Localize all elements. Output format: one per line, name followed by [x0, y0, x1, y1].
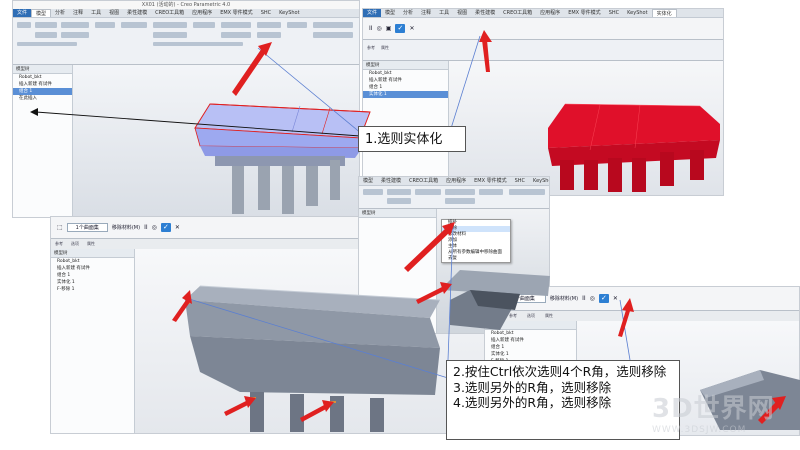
callout-step-4-text: 4.选则另外的R角，选则移除	[453, 395, 612, 410]
callout-step-1-text: 1.选则实体化	[365, 132, 443, 147]
callout-step-2-text: 2.按住Ctrl依次选则4个R角，选则移除	[453, 364, 667, 379]
callout-steps-2-4: 2.按住Ctrl依次选则4个R角，选则移除 3.选则另外的R角，选则移除 4.选…	[446, 360, 680, 440]
callout-step-3-text: 3.选则另外的R角，选则移除	[453, 379, 612, 395]
watermark-logo: 3D世界网	[652, 394, 775, 424]
callout-step-1: 1.选则实体化	[358, 126, 466, 152]
gray-part-model	[185, 285, 441, 432]
highlighted-part-model	[194, 103, 371, 214]
watermark: 3D世界网 WWW.3DSJW.COM	[652, 388, 792, 438]
watermark-url: WWW.3DSJW.COM	[652, 425, 747, 435]
tree-pointer-arrowhead	[30, 108, 38, 116]
solidified-red-model	[548, 103, 720, 192]
annotation-overlay	[30, 30, 800, 432]
pocket-part-model	[440, 270, 550, 330]
